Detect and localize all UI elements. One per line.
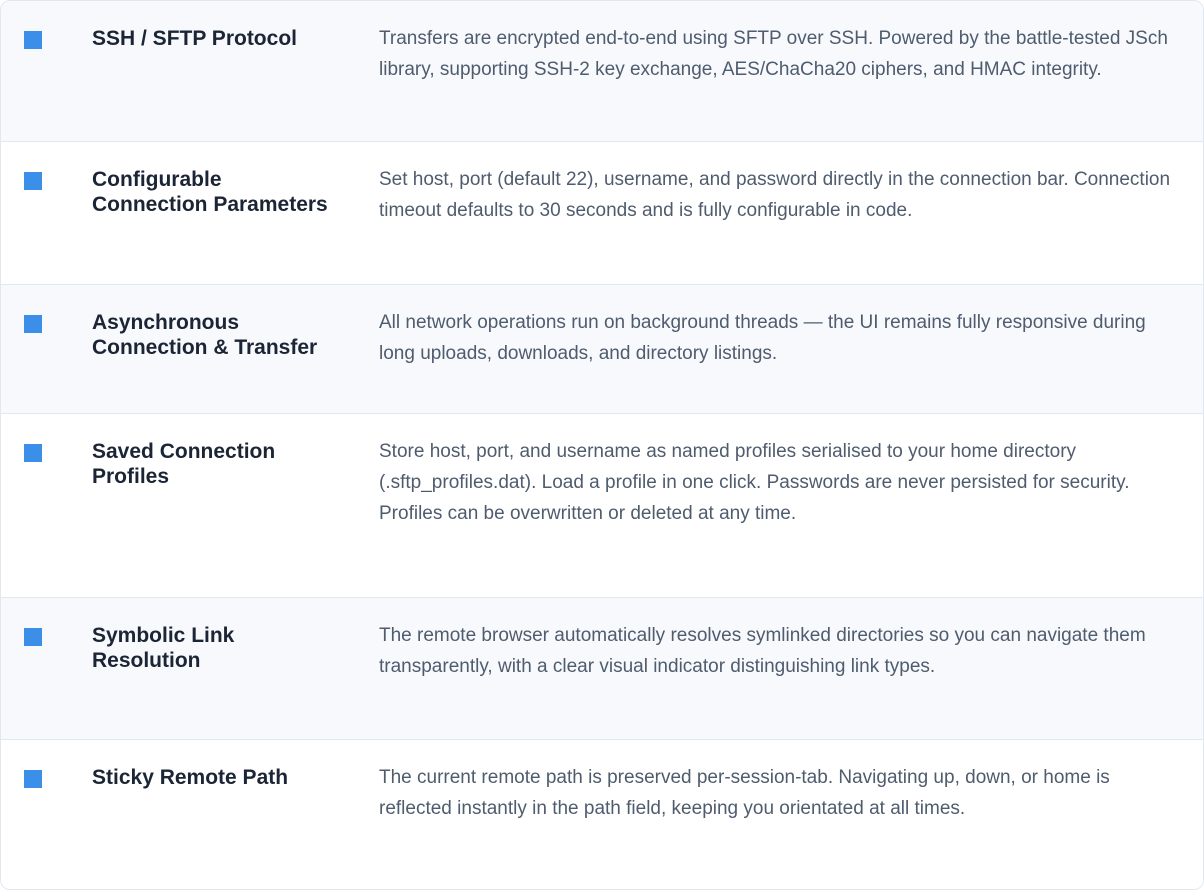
feature-row-async-transfer: Asynchronous Connection & Transfer All n… [1,285,1203,414]
feature-title: Asynchronous Connection & Transfer [92,311,318,359]
feature-description: Store host, port, and username as named … [379,441,1130,524]
feature-title: Saved Connection Profiles [92,440,276,488]
feature-description: Set host, port (default 22), username, a… [379,169,1171,221]
feature-title: Symbolic Link Resolution [92,624,235,672]
feature-bullet-icon [24,31,42,49]
feature-title: Sticky Remote Path [92,766,289,789]
feature-description: All network operations run on background… [379,312,1146,364]
feature-bullet-icon [24,770,42,788]
feature-description: The current remote path is preserved per… [379,767,1110,819]
feature-row-ssh-sftp: SSH / SFTP Protocol Transfers are encryp… [1,1,1203,142]
feature-bullet-icon [24,628,42,646]
feature-row-sticky-path: Sticky Remote Path The current remote pa… [1,740,1203,889]
feature-description: The remote browser automatically resolve… [379,625,1146,677]
feature-description: Transfers are encrypted end-to-end using… [379,28,1168,80]
feature-row-symlink-resolution: Symbolic Link Resolution The remote brow… [1,598,1203,740]
feature-title: Configurable Connection Parameters [92,168,328,216]
feature-row-connection-parameters: Configurable Connection Parameters Set h… [1,142,1203,285]
feature-bullet-icon [24,315,42,333]
feature-list-panel: SSH / SFTP Protocol Transfers are encryp… [0,0,1204,890]
feature-title: SSH / SFTP Protocol [92,27,297,50]
feature-bullet-icon [24,172,42,190]
feature-row-saved-profiles: Saved Connection Profiles Store host, po… [1,414,1203,598]
feature-bullet-icon [24,444,42,462]
